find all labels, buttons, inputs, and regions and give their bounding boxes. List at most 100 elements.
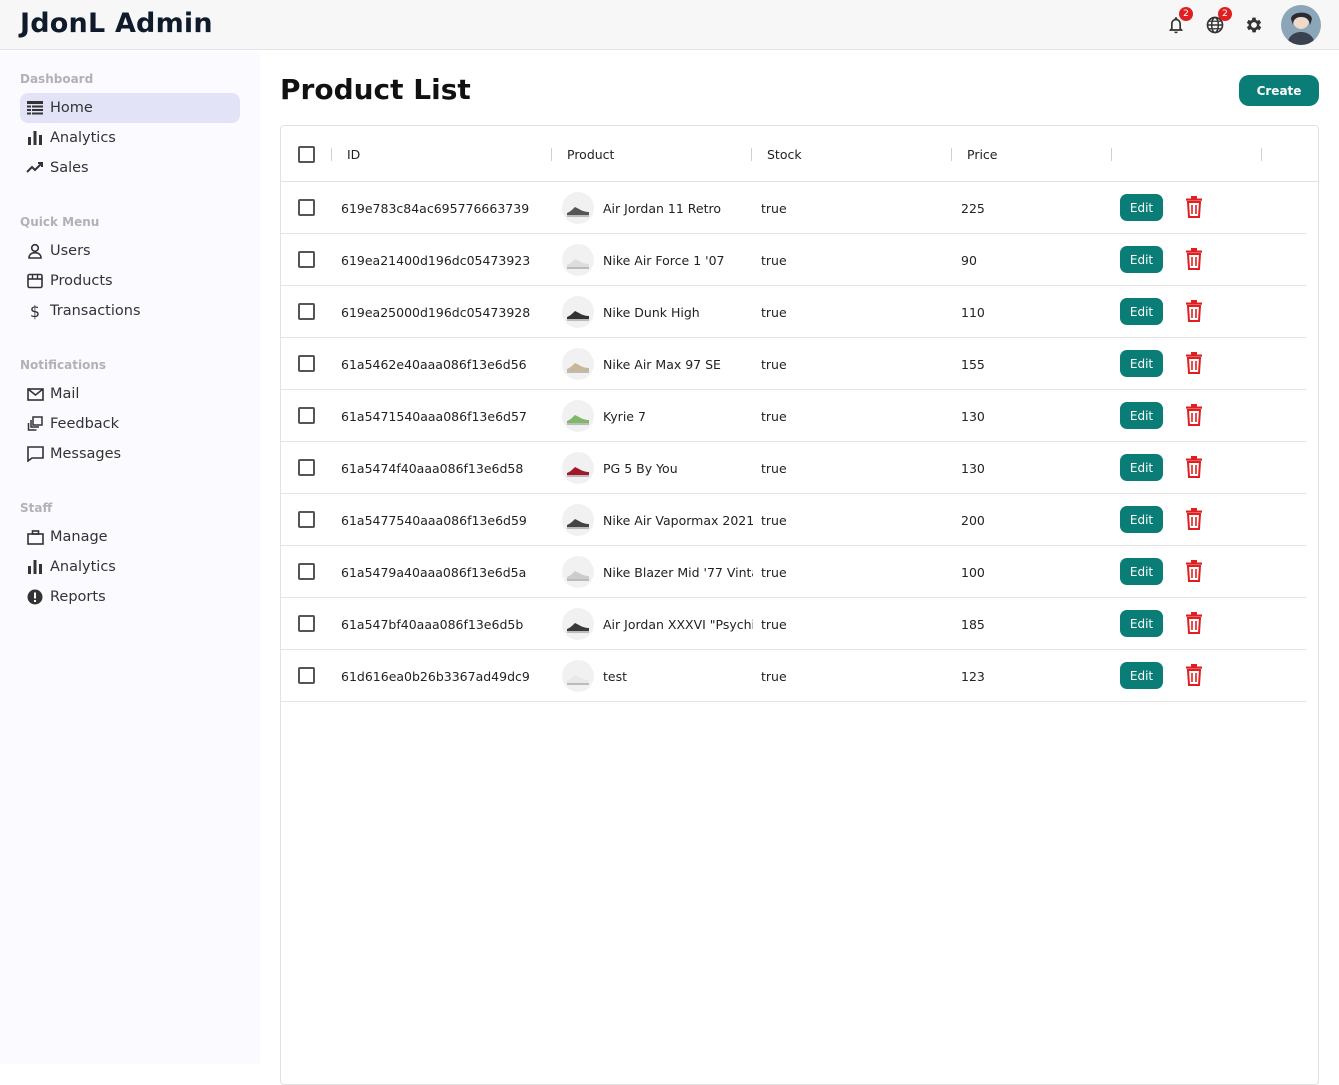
sidebar-item-home[interactable]: Home [20,93,240,123]
sidebar-item-staff-analytics[interactable]: Analytics [20,552,240,582]
sidebar-item-users[interactable]: Users [20,236,240,266]
row-checkbox[interactable] [298,615,315,632]
cell-id: 619ea25000d196dc05473928 [341,304,531,320]
chat-bubble-icon [26,445,44,463]
column-separator[interactable] [551,148,552,161]
delete-icon[interactable] [1185,196,1203,218]
row-checkbox[interactable] [298,563,315,580]
briefcase-icon [26,528,44,546]
cell-id: 61a5479a40aaa086f13e6d5a [341,564,527,580]
cell-product-name: Nike Blazer Mid '77 Vintag [603,564,753,580]
column-header-id[interactable]: ID [347,126,360,182]
language-button[interactable]: 2 [1202,7,1232,38]
cell-stock: true [761,304,787,320]
delete-icon[interactable] [1185,612,1203,634]
row-checkbox[interactable] [298,303,315,320]
edit-button[interactable]: Edit [1120,194,1163,221]
table-row[interactable]: 61a5471540aaa086f13e6d57 Kyrie 7 true 130 Ed… [281,390,1306,442]
dynamic-feed-icon [26,415,44,433]
sidebar-item-messages[interactable]: Messages [20,439,240,469]
delete-icon[interactable] [1185,404,1203,426]
cell-id: 619ea21400d196dc05473923 [341,252,531,268]
section-title-quick-menu: Quick Menu [20,215,100,229]
delete-icon[interactable] [1185,248,1203,270]
table-row[interactable]: 619ea25000d196dc05473928 Nike Dunk High tr… [281,286,1306,338]
table-row[interactable]: 61a5479a40aaa086f13e6d5a Nike Blazer Mid … [281,546,1306,598]
sidebar-item-transactions[interactable]: $ Transactions [20,296,240,326]
trending-up-icon [26,159,44,177]
row-checkbox[interactable] [298,459,315,476]
delete-icon[interactable] [1185,508,1203,530]
sidebar-item-mail[interactable]: Mail [20,379,240,409]
table-row[interactable]: 61a5462e40aaa086f13e6d56 Nike Air Max 97 … [281,338,1306,390]
row-checkbox[interactable] [298,667,315,684]
notifications-button[interactable]: 2 [1163,7,1193,38]
sidebar-item-analytics[interactable]: Analytics [20,123,240,153]
table-row[interactable]: 61d616ea0b26b3367ad49dc9 test true 123 Edit [281,650,1306,702]
sidebar-item-products[interactable]: Products [20,266,240,296]
edit-button[interactable]: Edit [1120,558,1163,585]
edit-button[interactable]: Edit [1120,350,1163,377]
delete-icon[interactable] [1185,352,1203,374]
edit-button[interactable]: Edit [1120,246,1163,273]
gear-icon [1246,17,1262,33]
app-logo[interactable]: JdonL Admin [20,8,213,39]
edit-button[interactable]: Edit [1120,402,1163,429]
column-header-stock[interactable]: Stock [767,126,802,182]
delete-icon[interactable] [1185,456,1203,478]
edit-button[interactable]: Edit [1120,610,1163,637]
cell-id: 61a5471540aaa086f13e6d57 [341,408,527,424]
table-row[interactable]: 619ea21400d196dc05473923 Nike Air Force 1… [281,234,1306,286]
edit-button[interactable]: Edit [1120,662,1163,689]
edit-button[interactable]: Edit [1120,506,1163,533]
column-separator[interactable] [951,148,952,161]
top-icons: 2 2 [1150,5,1321,45]
section-title-notifications: Notifications [20,358,107,372]
settings-button[interactable] [1241,12,1267,38]
cell-id: 61a5462e40aaa086f13e6d56 [341,356,527,372]
row-checkbox[interactable] [298,407,315,424]
table-row[interactable]: 61a547bf40aaa086f13e6d5b Air Jordan XXXVI… [281,598,1306,650]
sidebar-item-reports[interactable]: Reports [20,582,240,612]
sidebar-item-sales[interactable]: Sales [20,153,240,183]
edit-button[interactable]: Edit [1120,454,1163,481]
cell-price: 90 [961,252,977,268]
delete-icon[interactable] [1185,664,1203,686]
column-separator[interactable] [1111,148,1112,161]
sidebar-item-feedback[interactable]: Feedback [20,409,240,439]
table-row[interactable]: 61a5477540aaa086f13e6d59 Nike Air Vaporma… [281,494,1306,546]
row-checkbox[interactable] [298,199,315,216]
section-title-staff: Staff [20,501,53,515]
row-checkbox[interactable] [298,251,315,268]
storefront-icon [26,272,44,290]
cell-id: 61a5477540aaa086f13e6d59 [341,512,527,528]
column-separator[interactable] [1261,148,1262,161]
column-header-product[interactable]: Product [567,126,614,182]
edit-button[interactable]: Edit [1120,298,1163,325]
delete-icon[interactable] [1185,560,1203,582]
sidebar-item-manage[interactable]: Manage [20,522,240,552]
column-separator[interactable] [331,148,332,161]
delete-icon[interactable] [1185,300,1203,322]
table-row[interactable]: 61a5474f40aaa086f13e6d58 PG 5 By You true 1… [281,442,1306,494]
sidebar-item-label: Analytics [50,130,116,146]
cell-product-name: test [603,668,628,684]
create-button[interactable]: Create [1239,75,1319,106]
cell-stock: true [761,356,787,372]
cell-stock: true [761,252,787,268]
select-all-checkbox[interactable] [298,146,315,163]
sidebar-item-label: Analytics [50,559,116,575]
table-row[interactable]: 619e783c84ac695776663739 Air Jordan 11 Re… [281,182,1306,234]
cell-stock: true [761,616,787,632]
row-checkbox[interactable] [298,355,315,372]
column-header-price[interactable]: Price [967,126,998,182]
sidebar-item-label: Home [50,100,93,116]
cell-product-name: PG 5 By You [603,460,678,476]
cell-price: 100 [961,564,985,580]
sidebar-item-label: Manage [50,529,108,545]
avatar[interactable] [1281,5,1321,45]
home-icon [26,99,44,117]
column-separator[interactable] [751,148,752,161]
sidebar-item-label: Messages [50,446,122,462]
row-checkbox[interactable] [298,511,315,528]
